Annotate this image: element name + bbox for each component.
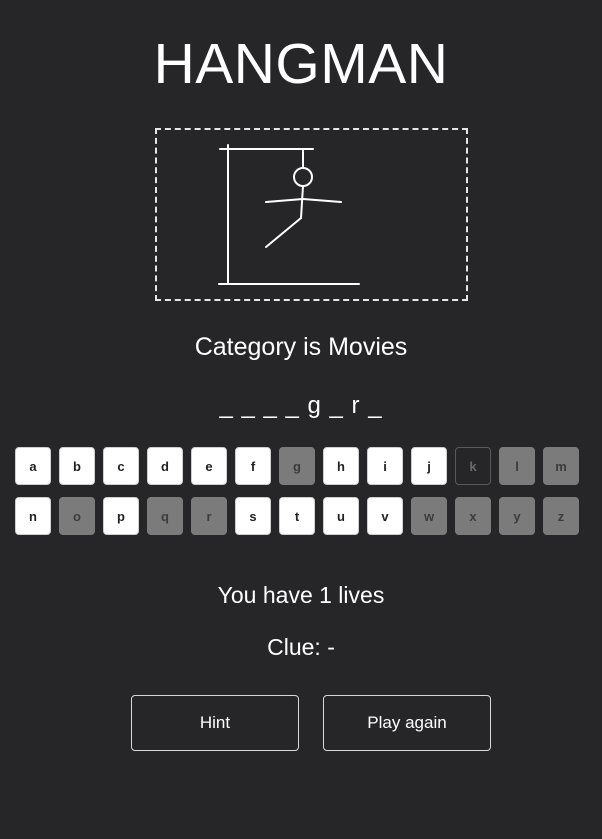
- letter-key-w: w: [411, 497, 447, 535]
- figure-head: [293, 167, 313, 187]
- figure-left-leg: [265, 217, 302, 248]
- lives-counter: You have 1 lives: [217, 582, 385, 608]
- letter-key-n[interactable]: n: [15, 497, 51, 535]
- letter-key-x: x: [455, 497, 491, 535]
- keyboard-row: abcdefghijklm: [15, 447, 587, 485]
- letter-key-j[interactable]: j: [411, 447, 447, 485]
- play-again-button[interactable]: Play again: [323, 695, 491, 751]
- letter-key-v[interactable]: v: [367, 497, 403, 535]
- letter-key-r: r: [191, 497, 227, 535]
- letter-key-o: o: [59, 497, 95, 535]
- letter-key-z: z: [543, 497, 579, 535]
- figure-body: [300, 185, 304, 219]
- letter-key-e[interactable]: e: [191, 447, 227, 485]
- word-display: _ _ _ _ g _ r _: [219, 392, 383, 419]
- letter-key-f[interactable]: f: [235, 447, 271, 485]
- letter-keyboard: abcdefghijklm nopqrstuvwxyz: [15, 447, 587, 547]
- letter-key-p[interactable]: p: [103, 497, 139, 535]
- gallows-figure: [218, 144, 360, 285]
- letter-key-g: g: [279, 447, 315, 485]
- letter-key-y: y: [499, 497, 535, 535]
- category-label: Category is Movies: [194, 333, 408, 361]
- letter-key-m: m: [543, 447, 579, 485]
- hint-button[interactable]: Hint: [131, 695, 299, 751]
- figure-right-arm: [302, 198, 342, 203]
- letter-key-i[interactable]: i: [367, 447, 403, 485]
- letter-key-s[interactable]: s: [235, 497, 271, 535]
- clue-text: Clue: -: [267, 634, 335, 660]
- letter-key-a[interactable]: a: [15, 447, 51, 485]
- letter-key-b[interactable]: b: [59, 447, 95, 485]
- letter-key-q: q: [147, 497, 183, 535]
- letter-key-k[interactable]: k: [455, 447, 491, 485]
- letter-key-t[interactable]: t: [279, 497, 315, 535]
- letter-key-c[interactable]: c: [103, 447, 139, 485]
- letter-key-l: l: [499, 447, 535, 485]
- letter-key-u[interactable]: u: [323, 497, 359, 535]
- letter-key-h[interactable]: h: [323, 447, 359, 485]
- keyboard-row: nopqrstuvwxyz: [15, 497, 587, 535]
- game-title: HANGMAN: [153, 32, 449, 96]
- figure-left-arm: [265, 198, 304, 203]
- letter-key-d[interactable]: d: [147, 447, 183, 485]
- hangman-drawing: [155, 128, 468, 301]
